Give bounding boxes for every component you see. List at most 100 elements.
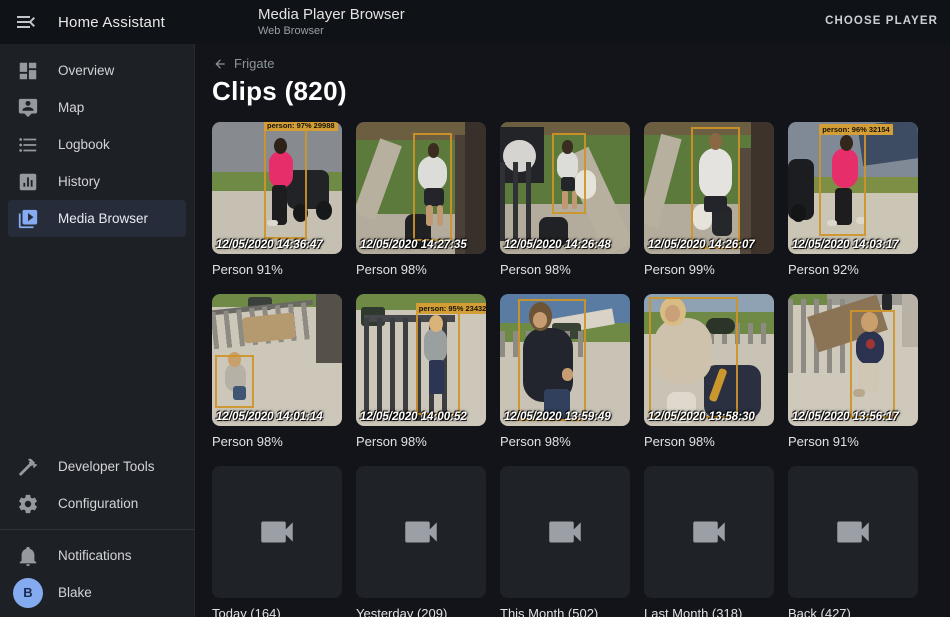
video-camera-icon — [400, 511, 442, 553]
photo-shape — [500, 162, 539, 241]
clip-tile[interactable]: 12/05/2020 14:26:48 Person 98% — [500, 122, 630, 277]
sidebar-item-developer-tools[interactable]: Developer Tools — [8, 448, 186, 485]
folder-tile-back[interactable]: Back (427) — [788, 466, 918, 617]
sidebar-item-history[interactable]: History — [8, 163, 186, 200]
video-camera-icon — [544, 511, 586, 553]
clip-timestamp: 12/05/2020 14:26:48 — [504, 239, 611, 251]
clip-caption: Person 98% — [500, 262, 630, 277]
video-camera-icon — [256, 511, 298, 553]
breadcrumb-label: Frigate — [234, 56, 274, 71]
folder-tile-yesterday[interactable]: Yesterday (209) — [356, 466, 486, 617]
notifications-label: Notifications — [58, 548, 132, 563]
folder-tile-this-month[interactable]: This Month (502) — [500, 466, 630, 617]
sidebar-item-overview[interactable]: Overview — [8, 52, 186, 89]
folder-thumbnail — [788, 466, 918, 598]
clip-caption: Person 99% — [644, 262, 774, 277]
photo-shape — [882, 294, 892, 310]
photo-shape — [455, 135, 465, 254]
play-box-multiple-icon — [16, 207, 40, 231]
sidebar-divider — [0, 529, 194, 530]
clip-thumbnail: 12/05/2020 13:56:17 — [788, 294, 918, 426]
view-dashboard-icon — [16, 59, 40, 83]
top-bar: Home Assistant Media Player Browser Web … — [0, 0, 950, 44]
sidebar-bottom: Developer Tools Configuration Notificatio… — [0, 448, 194, 617]
photo-shape — [465, 122, 486, 254]
chart-box-icon — [16, 170, 40, 194]
arrow-left-icon — [213, 57, 227, 71]
clip-thumbnail: 12/05/2020 14:27:35 — [356, 122, 486, 254]
clip-caption: Person 98% — [500, 434, 630, 449]
sidebar-item-logbook[interactable]: Logbook — [8, 126, 186, 163]
sidebar-item-notifications[interactable]: Notifications — [8, 537, 186, 574]
clip-thumbnail: person: 95% 2343212/05/2020 14:00:52 — [356, 294, 486, 426]
clips-grid: person: 97% 2998812/05/2020 14:36:47Pers… — [212, 122, 950, 617]
breadcrumb[interactable]: Frigate — [213, 56, 274, 71]
page-heading: Clips (820) — [212, 76, 950, 107]
gear-icon — [16, 492, 40, 516]
detection-bounding-box — [649, 297, 737, 418]
clip-tile[interactable]: person: 95% 2343212/05/2020 14:00:52 Pers… — [356, 294, 486, 449]
sidebar-item-label: Media Browser — [58, 211, 148, 226]
detection-bounding-box: person: 97% 29988 — [264, 129, 307, 240]
clip-thumbnail: person: 97% 2998812/05/2020 14:36:47 — [212, 122, 342, 254]
sidebar-item-label: Overview — [58, 63, 114, 78]
video-camera-icon — [832, 511, 874, 553]
clip-timestamp: 12/05/2020 14:01:14 — [216, 411, 323, 423]
sidebar-nav: Overview MapLogbook History Media Browser — [0, 44, 194, 237]
clip-thumbnail: 12/05/2020 14:01:14 — [212, 294, 342, 426]
sidebar: Overview MapLogbook History Media Browser D… — [0, 44, 195, 617]
photo-shape — [751, 122, 774, 254]
folder-label: Back (427) — [788, 606, 918, 617]
clip-thumbnail: 12/05/2020 14:26:07 — [644, 122, 774, 254]
media-browser-content: Frigate Clips (820) person: 97% 2998812/… — [196, 44, 950, 617]
clip-tile[interactable]: 12/05/2020 13:59:49 Person 98% — [500, 294, 630, 449]
sidebar-item-profile[interactable]: B Blake — [8, 574, 186, 611]
detection-bounding-box — [413, 133, 452, 241]
folder-label: Last Month (318) — [644, 606, 774, 617]
clip-timestamp: 12/05/2020 14:26:07 — [648, 239, 755, 251]
clip-tile[interactable]: 12/05/2020 14:27:35 Person 98% — [356, 122, 486, 277]
clip-tile[interactable]: 12/05/2020 14:26:07 Person 99% — [644, 122, 774, 277]
choose-player-button[interactable]: CHOOSE PLAYER — [825, 15, 938, 27]
clip-tile[interactable]: 12/05/2020 14:01:14 Person 98% — [212, 294, 342, 449]
detection-label: person: 97% 29988 — [264, 122, 338, 131]
sidebar-item-media-browser[interactable]: Media Browser — [8, 200, 186, 237]
folder-label: Yesterday (209) — [356, 606, 486, 617]
page-title: Media Player Browser — [258, 6, 405, 23]
clip-caption: Person 98% — [644, 434, 774, 449]
folder-tile-last-month[interactable]: Last Month (318) — [644, 466, 774, 617]
detection-bounding-box — [552, 133, 586, 215]
folder-tile-today[interactable]: Today (164) — [212, 466, 342, 617]
sidebar-item-label: History — [58, 174, 100, 189]
clip-caption: Person 91% — [212, 262, 342, 277]
clip-timestamp: 12/05/2020 14:36:47 — [216, 239, 323, 251]
clip-timestamp: 12/05/2020 13:56:17 — [792, 411, 899, 423]
sidebar-item-configuration[interactable]: Configuration — [8, 485, 186, 522]
clip-caption: Person 98% — [212, 434, 342, 449]
clip-thumbnail: 12/05/2020 14:26:48 — [500, 122, 630, 254]
sidebar-item-map[interactable]: Map — [8, 89, 186, 126]
clip-tile[interactable]: 12/05/2020 13:58:30 Person 98% — [644, 294, 774, 449]
photo-shape — [316, 201, 332, 219]
detection-bounding-box: person: 95% 23432 — [416, 312, 460, 415]
avatar: B — [13, 578, 43, 608]
folder-thumbnail — [500, 466, 630, 598]
clip-thumbnail: 12/05/2020 13:58:30 — [644, 294, 774, 426]
sidebar-toggle-icon[interactable] — [14, 10, 38, 34]
clip-tile[interactable]: 12/05/2020 13:56:17 Person 91% — [788, 294, 918, 449]
detection-bounding-box — [215, 355, 254, 408]
clip-thumbnail: 12/05/2020 13:59:49 — [500, 294, 630, 426]
folder-thumbnail — [356, 466, 486, 598]
hammer-icon — [16, 455, 40, 479]
clip-caption: Person 98% — [356, 262, 486, 277]
sidebar-item-label: Developer Tools — [58, 459, 155, 474]
clip-caption: Person 91% — [788, 434, 918, 449]
video-camera-icon — [688, 511, 730, 553]
bell-icon — [16, 544, 40, 568]
clip-caption: Person 98% — [356, 434, 486, 449]
photo-shape — [902, 294, 918, 347]
folder-label: Today (164) — [212, 606, 342, 617]
clip-tile[interactable]: person: 97% 2998812/05/2020 14:36:47Pers… — [212, 122, 342, 277]
clip-timestamp: 12/05/2020 14:27:35 — [360, 239, 467, 251]
clip-tile[interactable]: person: 96% 3215412/05/2020 14:03:17Pers… — [788, 122, 918, 277]
